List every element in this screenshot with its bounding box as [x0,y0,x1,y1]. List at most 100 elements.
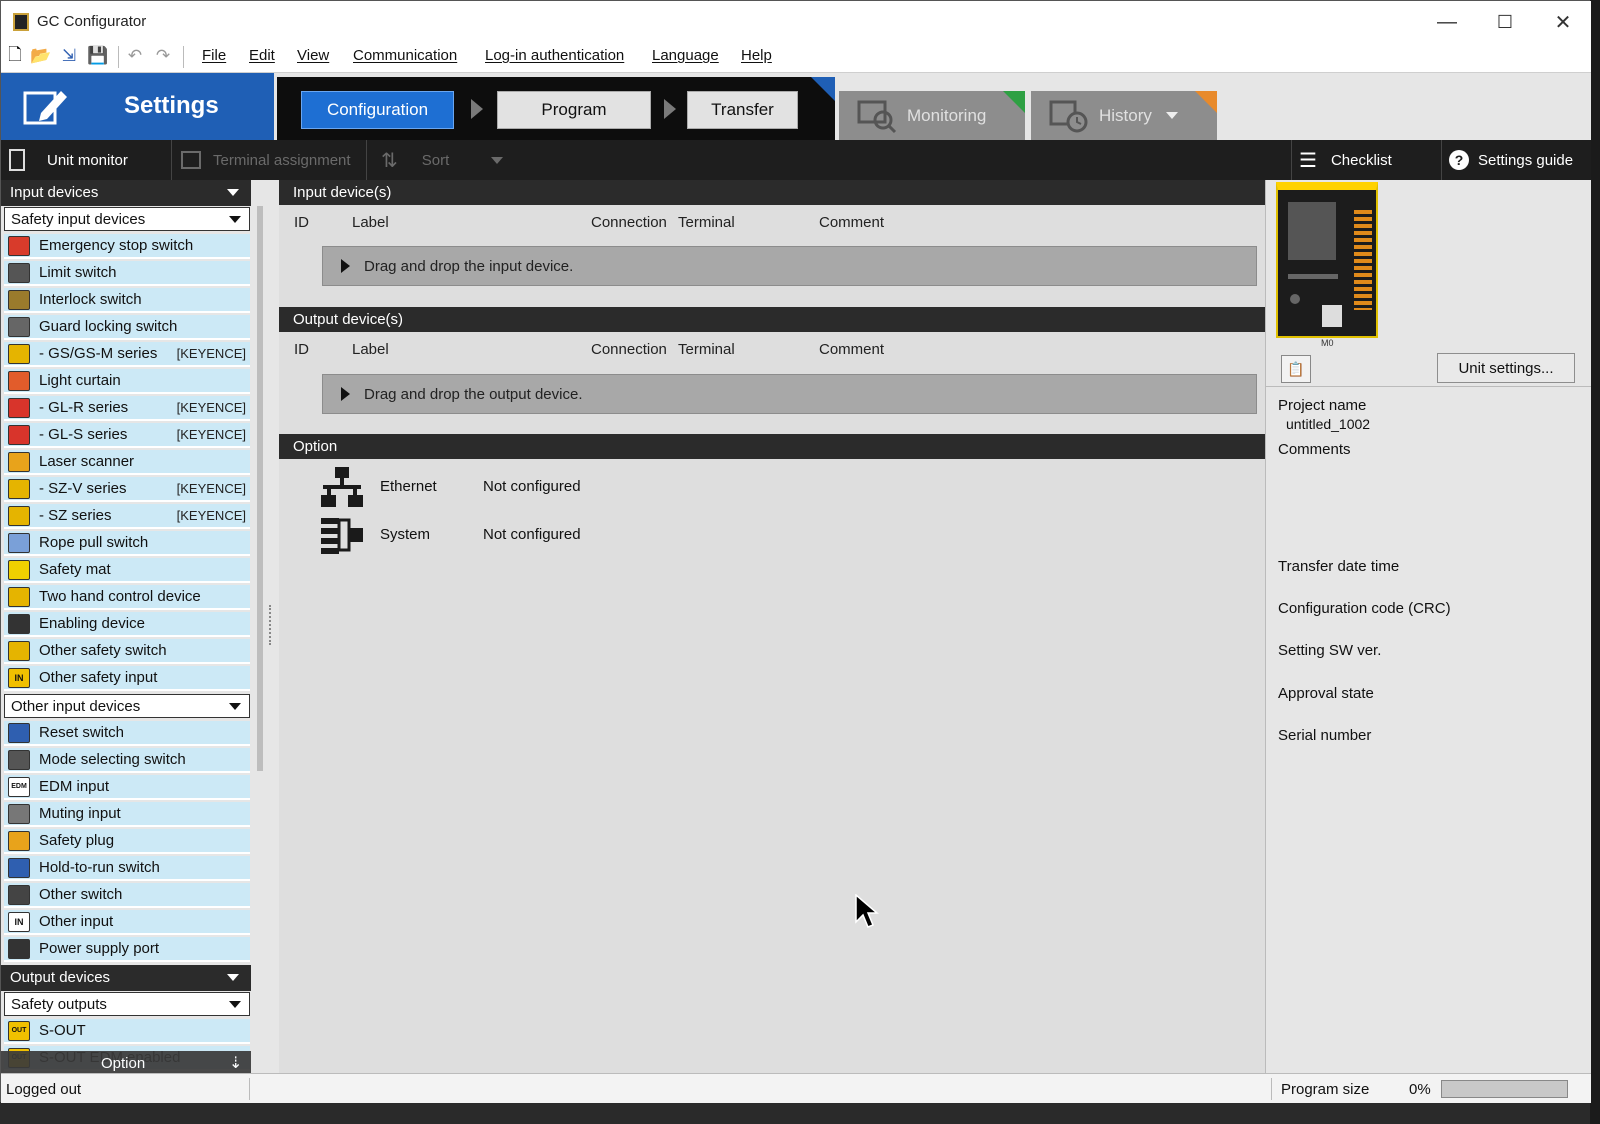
option-system-name[interactable]: System [380,526,430,543]
approval-state-label: Approval state [1278,685,1374,702]
other-input-devices-dropdown[interactable]: Other input devices [4,694,250,718]
list-item-hold-to-run-switch[interactable]: Hold-to-run switch [4,856,250,881]
app-window: GC Configurator — ☐ ✕ 🗋 📂 ⇲ 💾 ↶ ↷ File E… [0,0,1591,1103]
save-icon[interactable]: 💾 [87,46,108,66]
list-item-label: Other switch [39,886,123,903]
column-id: ID [294,214,309,231]
list-item-sz-v-series[interactable]: - SZ-V series [KEYENCE] [4,477,250,502]
output-devices-header-label: Output devices [10,969,111,986]
menu-login-authentication[interactable]: Log-in authentication [485,47,624,64]
tab-program[interactable]: Program [497,91,651,129]
ethernet-icon[interactable] [321,467,363,507]
list-item-label: - SZ-V series [39,480,127,497]
list-item-other-input[interactable]: IN Other input [4,910,250,935]
list-item-guard-locking-switch[interactable]: Guard locking switch [4,315,250,340]
list-item-two-hand-control-device[interactable]: Two hand control device [4,585,250,610]
mouse-cursor-icon [855,894,879,928]
list-item-label: Other safety switch [39,642,167,659]
settings-guide-button[interactable]: ? Settings guide [1449,140,1573,180]
maximize-button[interactable]: ☐ [1482,7,1528,37]
list-item-other-safety-switch[interactable]: Other safety switch [4,639,250,664]
sort-button[interactable]: ⇅ Sort [381,140,504,180]
list-item-edm-input[interactable]: EDM EDM input [4,775,250,800]
list-item-safety-mat[interactable]: Safety mat [4,558,250,583]
menu-language[interactable]: Language [652,47,719,64]
rope-pull-switch-icon [8,532,30,553]
list-item-label: Enabling device [39,615,145,632]
device-palette: Input devices Safety input devices Emerg… [1,180,253,1073]
system-icon[interactable] [321,516,363,554]
unit-device-image[interactable] [1276,182,1378,338]
list-item-gs-gs-m-series[interactable]: - GS/GS-M series [KEYENCE] [4,342,250,367]
project-name-label: Project name [1278,397,1367,414]
list-item-label: - GS/GS-M series [39,345,158,362]
unit-monitor-button[interactable]: Unit monitor [9,140,128,180]
tab-history[interactable]: History [1031,91,1217,140]
column-terminal: Terminal [678,214,735,231]
program-size-bar [1441,1080,1568,1098]
tab-monitoring[interactable]: Monitoring [839,91,1025,140]
list-item-enabling-device[interactable]: Enabling device [4,612,250,637]
list-item-other-safety-input[interactable]: IN Other safety input [4,666,250,691]
chevron-down-icon[interactable] [491,156,504,164]
dropdown-value: Safety input devices [11,211,146,228]
list-item-power-supply-port[interactable]: Power supply port [4,937,250,962]
menu-communication[interactable]: Communication [353,47,457,64]
list-item-label: Mode selecting switch [39,751,186,768]
history-corner-marker [1195,91,1217,113]
list-item-gl-r-series[interactable]: - GL-R series [KEYENCE] [4,396,250,421]
tab-configuration[interactable]: Configuration [301,91,454,129]
list-item-reset-switch[interactable]: Reset switch [4,721,250,746]
list-item-interlock-switch[interactable]: Interlock switch [4,288,250,313]
list-item-mode-selecting-switch[interactable]: Mode selecting switch [4,748,250,773]
tab-transfer[interactable]: Transfer [687,91,798,129]
gl-r-series-icon [8,397,30,418]
palette-scrollbar[interactable] [257,206,263,771]
panel-splitter[interactable] [264,180,276,1073]
checklist-button[interactable]: ☰ Checklist [1299,140,1392,180]
list-item-other-switch[interactable]: Other switch [4,883,250,908]
list-item-limit-switch[interactable]: Limit switch [4,261,250,286]
new-file-icon[interactable]: 🗋 [5,45,25,66]
unit-settings-button[interactable]: Unit settings... [1437,353,1575,383]
list-item-s-out[interactable]: OUT S-OUT [4,1019,250,1044]
menu-view[interactable]: View [297,47,329,64]
mode-selecting-switch-icon [8,749,30,770]
redo-icon[interactable]: ↷ [153,46,173,66]
list-item-light-curtain[interactable]: Light curtain [4,369,250,394]
menu-file[interactable]: File [202,47,226,64]
option-ethernet-name[interactable]: Ethernet [380,478,437,495]
menu-edit[interactable]: Edit [249,47,275,64]
list-item-laser-scanner[interactable]: Laser scanner [4,450,250,475]
chevron-down-icon[interactable] [1165,112,1178,119]
history-icon [1049,100,1088,132]
menu-help[interactable]: Help [741,47,772,64]
sz-v-series-icon [8,478,30,499]
close-button[interactable]: ✕ [1540,7,1586,37]
list-item-muting-input[interactable]: Muting input [4,802,250,827]
undo-icon[interactable]: ↶ [125,46,145,66]
input-devices-header[interactable]: Input devices [1,180,251,206]
terminal-assignment-button[interactable]: Terminal assignment [181,140,351,180]
login-status: Logged out [6,1081,82,1098]
list-item-emergency-stop-switch[interactable]: Emergency stop switch [4,234,250,259]
input-device-drop-zone[interactable]: Drag and drop the input device. [322,246,1257,286]
open-folder-icon[interactable]: 📂 [30,46,51,66]
output-devices-header[interactable]: Output devices [1,965,251,991]
divider [366,140,367,180]
arrow-right-icon [341,259,350,273]
list-item-gl-s-series[interactable]: - GL-S series [KEYENCE] [4,423,250,448]
light-curtain-icon [8,370,30,391]
safety-outputs-dropdown[interactable]: Safety outputs [4,992,250,1016]
output-device-drop-zone[interactable]: Drag and drop the output device. [322,374,1257,414]
list-item-safety-plug[interactable]: Safety plug [4,829,250,854]
safety-input-devices-dropdown[interactable]: Safety input devices [4,207,250,231]
import-icon[interactable]: ⇲ [59,46,79,66]
column-label: Label [352,341,389,358]
arrow-down-icon[interactable]: ⇣ [229,1053,242,1073]
safety-plug-icon [8,830,30,851]
minimize-button[interactable]: — [1424,7,1470,37]
list-item-rope-pull-switch[interactable]: Rope pull switch [4,531,250,556]
list-item-sz-series[interactable]: - SZ series [KEYENCE] [4,504,250,529]
copy-icon[interactable]: 📋 [1281,355,1311,383]
